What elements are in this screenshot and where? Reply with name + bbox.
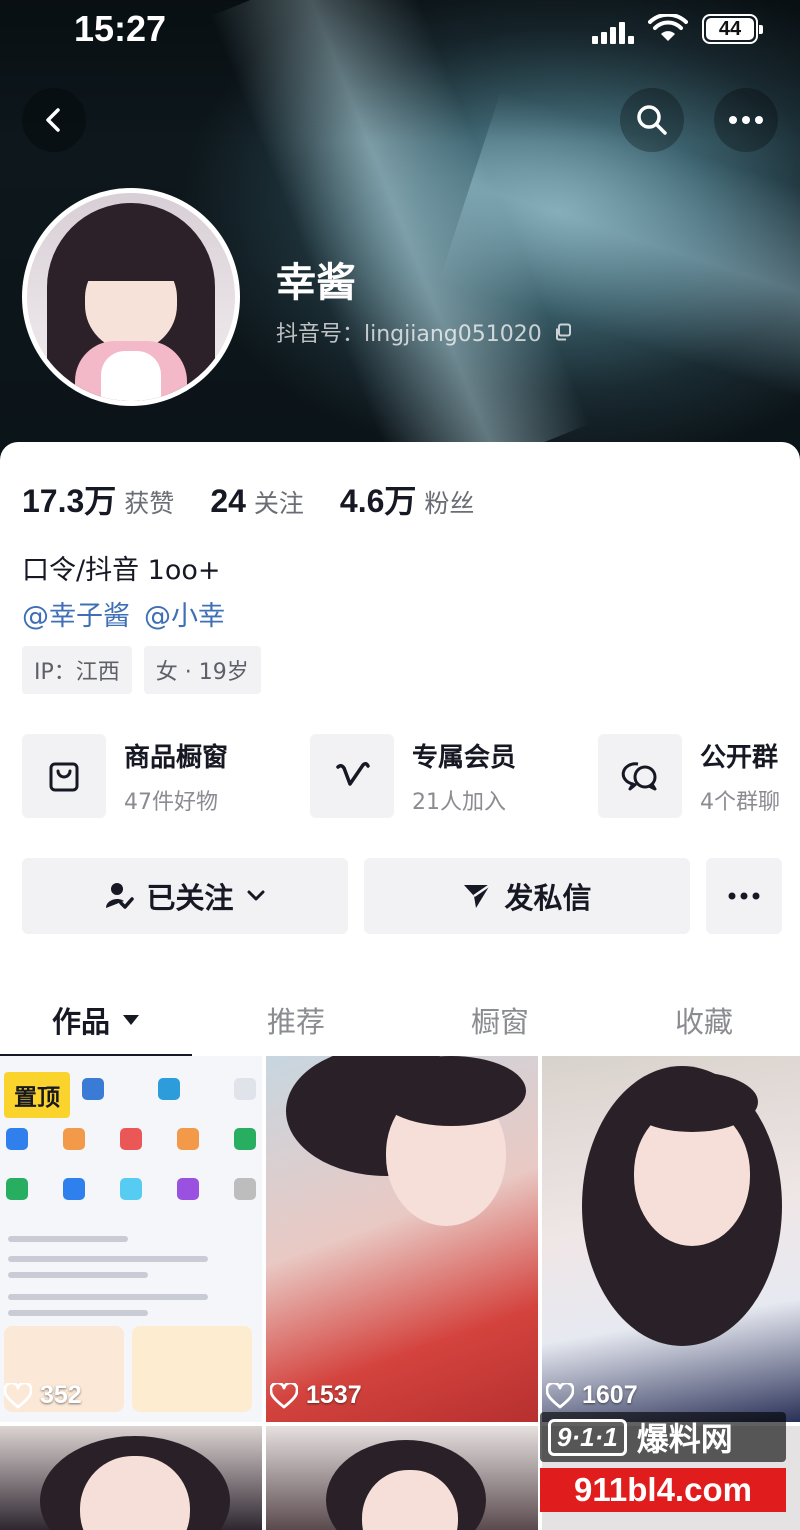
entry-public-group[interactable]: 公开群 4个群聊: [598, 732, 780, 820]
chevron-down-icon: [247, 890, 264, 901]
search-button[interactable]: [620, 88, 684, 152]
mention-link[interactable]: @小幸: [144, 594, 225, 633]
tab-works[interactable]: 作品: [0, 982, 192, 1058]
stats-row: 17.3万 获赞 24 关注 4.6万 粉丝: [22, 476, 510, 522]
entry-title: 商品橱窗: [124, 742, 229, 773]
like-count: 352: [4, 1381, 82, 1410]
watermark-brand: 9·1·1 爆料网: [540, 1412, 786, 1462]
entry-subtitle: 47件好物: [124, 789, 218, 815]
more-options-button[interactable]: [714, 88, 778, 152]
more-dots-icon: [728, 892, 760, 900]
like-count: 1537: [270, 1381, 362, 1410]
wifi-icon: [648, 14, 688, 41]
entry-membership[interactable]: 专属会员 21人加入: [310, 732, 516, 820]
battery-level: 44: [706, 18, 754, 40]
profile-name: 幸酱: [276, 260, 356, 306]
tab-label: 橱窗: [470, 1005, 529, 1039]
tab-recommended[interactable]: 推荐: [196, 982, 396, 1058]
stat-likes: 17.3万 获赞: [22, 476, 174, 522]
chat-bubbles-icon: [598, 734, 682, 818]
bio-text: 口令/抖音 1oo+: [22, 555, 221, 586]
douyin-id[interactable]: 抖音号：lingjiang051020: [276, 316, 572, 348]
video-thumbnail[interactable]: [266, 1426, 538, 1530]
stat-value: 4.6万: [339, 483, 417, 519]
status-bar: 15:27 44: [0, 0, 800, 60]
ip-tag: IP：江西: [22, 646, 132, 694]
content-tabs: 作品 推荐 橱窗 收藏: [0, 982, 800, 1058]
stat-value: 17.3万: [22, 483, 117, 519]
like-count-text: 352: [40, 1381, 82, 1409]
mention-link[interactable]: @幸子酱: [22, 594, 130, 633]
watermark-name: 爆料网: [636, 1420, 733, 1458]
feature-entries: 商品橱窗 47件好物 专属会员 21人加入 公开群 4个群聊: [22, 732, 800, 820]
tab-label: 收藏: [674, 1005, 733, 1039]
tab-label: 推荐: [266, 1005, 325, 1039]
stat-value: 24: [210, 483, 246, 519]
heart-icon: [4, 1382, 32, 1408]
heart-icon: [546, 1382, 574, 1408]
like-count: 1607: [546, 1381, 638, 1410]
send-message-button[interactable]: 发私信: [364, 858, 690, 934]
status-time: 15:27: [74, 8, 167, 49]
video-thumbnail[interactable]: [0, 1426, 262, 1530]
entry-subtitle: 21人加入: [412, 789, 506, 815]
stat-followers[interactable]: 4.6万 粉丝: [340, 476, 475, 522]
user-check-icon: [106, 883, 135, 909]
followed-button[interactable]: 已关注: [22, 858, 348, 934]
back-button[interactable]: [22, 88, 86, 152]
chevron-left-icon: [46, 108, 60, 132]
paper-plane-icon: [464, 883, 492, 908]
battery-icon: 44: [702, 14, 763, 44]
entry-title: 公开群: [700, 742, 779, 773]
cellular-signal-icon: [592, 22, 634, 44]
stat-following[interactable]: 24 关注: [210, 483, 304, 520]
video-thumbnail[interactable]: 1537: [266, 1056, 538, 1422]
tab-favorites[interactable]: 收藏: [604, 982, 800, 1058]
tab-label: 作品: [51, 1005, 110, 1039]
watermark-url: 911bl4.com: [540, 1468, 786, 1512]
watermark: 9·1·1 爆料网 911bl4.com: [540, 1412, 786, 1512]
mentions: @幸子酱 @小幸: [22, 594, 225, 633]
profile-sheet: 17.3万 获赞 24 关注 4.6万 粉丝 口令/抖音 1oo+ @幸子酱 @…: [0, 442, 800, 1530]
send-message-label: 发私信: [504, 881, 592, 915]
pinned-badge: 置顶: [4, 1072, 70, 1118]
stat-label: 粉丝: [424, 489, 475, 518]
followed-label: 已关注: [146, 881, 234, 915]
profile-tags: IP：江西 女 · 19岁: [22, 646, 261, 694]
action-row: 已关注 发私信: [22, 858, 782, 934]
more-dots-icon: [729, 116, 763, 124]
tab-shop-window[interactable]: 橱窗: [400, 982, 600, 1058]
entry-shop-window[interactable]: 商品橱窗 47件好物: [22, 732, 228, 820]
like-count-text: 1607: [582, 1381, 638, 1409]
v-icon: [310, 734, 394, 818]
search-icon: [637, 105, 667, 135]
like-count-text: 1537: [306, 1381, 362, 1409]
avatar[interactable]: [22, 188, 240, 406]
video-thumbnail[interactable]: 1607: [542, 1056, 800, 1422]
copy-icon[interactable]: [554, 323, 572, 341]
douyin-id-text: 抖音号：lingjiang051020: [276, 322, 542, 347]
heart-icon: [270, 1382, 298, 1408]
watermark-logo: 9·1·1: [548, 1418, 627, 1456]
gender-age-tag: 女 · 19岁: [143, 646, 261, 694]
caret-down-icon[interactable]: [122, 1014, 140, 1026]
stat-label: 获赞: [124, 489, 175, 518]
entry-subtitle: 4个群聊: [700, 789, 780, 815]
video-thumbnail[interactable]: 置顶 352: [0, 1056, 262, 1422]
more-actions-button[interactable]: [706, 858, 782, 934]
entry-title: 专属会员: [412, 742, 517, 773]
stat-label: 关注: [253, 489, 304, 518]
bag-icon: [22, 734, 106, 818]
